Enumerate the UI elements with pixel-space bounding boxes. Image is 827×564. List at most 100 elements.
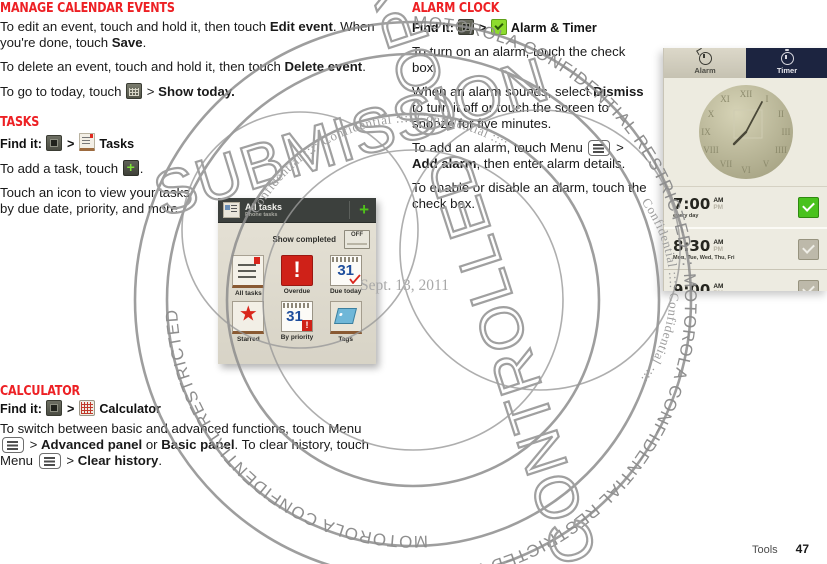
findit-label: Find it: — [0, 137, 46, 151]
paragraph-add-task: To add a task, touch . — [0, 158, 392, 177]
bold-advanced-panel: Advanced panel — [41, 437, 143, 452]
tile-all-tasks[interactable]: All tasks — [224, 255, 273, 297]
tile-due-today[interactable]: Due today — [321, 255, 370, 297]
analog-clock-container: XII I II III IIII V VI VII VIII IX X XI — [664, 78, 827, 187]
footer-page-number: 47 — [795, 542, 809, 556]
apps-icon — [46, 135, 63, 151]
tab-alarm[interactable]: Alarm — [664, 48, 746, 78]
tile-starred[interactable]: ★ Starred — [224, 301, 273, 343]
findit-calculator: Find it: > Calculator — [0, 400, 392, 417]
text: To switch between basic and advanced fun… — [0, 421, 362, 436]
paragraph-turn-on-alarm: To turn on an alarm, touch the check box… — [412, 44, 626, 75]
alarm-list: 7:00 AM PM every day 8:30 AM PM Mon, Tue… — [664, 187, 827, 291]
timer-icon — [780, 48, 794, 65]
findit-tasks: Find it: > Tasks — [0, 133, 392, 152]
alarm-clock-icon — [698, 51, 712, 65]
toggle-state-label: OFF — [351, 232, 363, 238]
by-priority-icon: ! — [280, 301, 313, 332]
text: . — [158, 453, 162, 468]
alarm-time: 8:30 AM PM — [673, 238, 735, 254]
paragraph-enable-disable-alarm: To enable or disable an alarm, touch the… — [412, 180, 647, 211]
star-glyph: ★ — [238, 302, 258, 326]
svg-text:XI: XI — [720, 94, 730, 104]
tile-label: Starred — [236, 336, 260, 343]
svg-text:XII: XII — [740, 89, 753, 99]
show-completed-toggle[interactable]: OFF — [344, 230, 370, 249]
bold-clear-history: Clear history — [77, 453, 159, 468]
text: To add an alarm, touch Menu — [412, 140, 587, 155]
footer-chapter-label: Tools — [751, 544, 778, 556]
findit-target: Alarm & Timer — [510, 21, 597, 35]
tasks-app-body: Show completed OFF All tasks Overdue — [218, 223, 376, 364]
alarm-row[interactable]: 9:00 AM PM — [664, 270, 827, 291]
svg-text:VII: VII — [720, 159, 733, 169]
plus-icon — [122, 158, 139, 176]
text: . — [142, 35, 147, 50]
calendar-icon — [126, 83, 143, 99]
alarm-checkbox[interactable] — [798, 238, 819, 260]
alarm-ampm: AM PM — [713, 282, 723, 292]
alarm-app-tabs: Alarm Timer — [664, 48, 827, 78]
analog-clock-icon: XII I II III IIII V VI VII VIII IX X XI — [699, 85, 793, 179]
text: to turn it off or touch the screen to sn… — [412, 100, 609, 131]
alarm-am: AM — [713, 282, 724, 290]
tab-label: Timer — [776, 65, 798, 75]
alarm-row[interactable]: 8:30 AM PM Mon, Tue, Wed, Thu, Fri — [664, 229, 827, 270]
paragraph-touch-icon: Touch an icon to view your tasks by due … — [0, 185, 190, 216]
calculator-icon — [78, 400, 95, 416]
alarm-time: 7:00 AM PM — [673, 196, 723, 212]
add-task-button[interactable]: + — [359, 201, 369, 218]
bold-edit-event: Edit event — [269, 19, 333, 34]
section-heading-tasks: TASKS — [0, 114, 40, 130]
text: To delete an event, touch and hold it, t… — [0, 59, 285, 74]
tile-label: All tasks — [234, 290, 262, 297]
svg-text:I: I — [766, 94, 769, 104]
findit-alarm: Find it: > Alarm & Timer — [412, 19, 647, 36]
manual-page: MOTOROLA CONFIDENTIAL RESTRICTED :: MOTO… — [0, 0, 827, 564]
priority-badge: ! — [301, 320, 312, 331]
svg-text:X: X — [708, 109, 715, 119]
alarm-ampm: AM PM — [713, 238, 723, 253]
tile-overdue[interactable]: Overdue — [273, 255, 322, 297]
tasks-app-header: All tasks Phone tasks + — [218, 198, 376, 223]
right-column: ALARM CLOCK Find it: > Alarm & Timer To … — [412, 0, 647, 220]
alarm-checkbox[interactable] — [798, 196, 819, 218]
alarm-row[interactable]: 7:00 AM PM every day — [664, 187, 827, 229]
bold-dismiss: Dismiss — [593, 84, 644, 99]
bold-save: Save — [111, 35, 143, 50]
alarm-am: AM — [713, 196, 724, 204]
alarm-pm: PM — [713, 290, 723, 292]
tile-label: Due today — [329, 288, 362, 295]
text: > — [62, 453, 78, 468]
section-heading-alarm-clock: ALARM CLOCK — [412, 0, 500, 16]
text: To edit an event, touch and hold it, the… — [0, 19, 270, 34]
alarm-checkbox[interactable] — [798, 279, 819, 291]
tab-label: Alarm — [694, 65, 716, 75]
check-mark-icon — [348, 274, 361, 284]
findit-sep: > — [475, 21, 490, 35]
alarm-time-value: 7:00 — [673, 194, 711, 213]
text: To go to today, touch — [0, 84, 126, 99]
svg-text:II: II — [778, 109, 784, 119]
paragraph-calculator-panels: To switch between basic and advanced fun… — [0, 421, 385, 469]
tab-timer[interactable]: Timer — [746, 48, 827, 78]
alarm-time: 9:00 AM PM — [673, 282, 723, 292]
tile-tags[interactable]: Tags — [321, 301, 370, 343]
tag-shape — [333, 308, 357, 324]
text: . — [362, 59, 366, 74]
text: , then enter alarm details. — [476, 156, 626, 171]
svg-text:IIII: IIII — [775, 145, 787, 155]
apps-icon — [46, 400, 63, 416]
section-heading-calculator: CALCULATOR — [0, 383, 80, 399]
tile-by-priority[interactable]: ! By priority — [273, 301, 322, 343]
show-completed-row: Show completed OFF — [218, 227, 376, 253]
alarm-am: AM — [713, 238, 724, 246]
tasks-app-screenshot: All tasks Phone tasks + Show completed O… — [218, 198, 376, 364]
starred-icon: ★ — [232, 301, 265, 334]
tasks-icon — [78, 133, 95, 151]
alarm-days: every day — [673, 212, 699, 219]
bold-delete-event: Delete event — [284, 59, 363, 74]
left-column: MANAGE CALENDAR EVENTS To edit an event,… — [0, 0, 392, 469]
menu-icon — [588, 140, 611, 156]
svg-text:IX: IX — [701, 127, 711, 137]
